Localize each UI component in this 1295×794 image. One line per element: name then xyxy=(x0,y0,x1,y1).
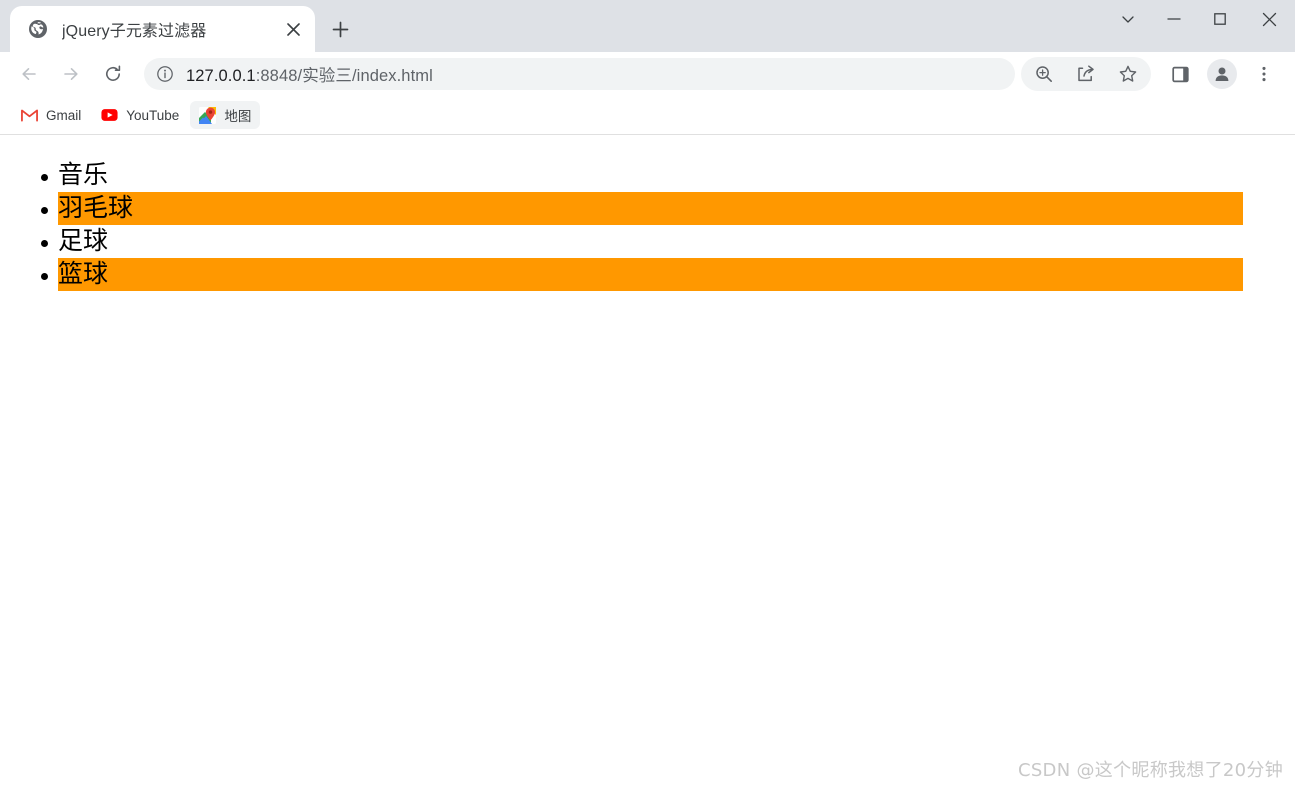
profile-avatar-icon[interactable] xyxy=(1205,57,1239,91)
close-window-button[interactable] xyxy=(1243,0,1295,38)
browser-tab-active[interactable]: jQuery子元素过滤器 xyxy=(10,6,315,52)
url-host: 127.0.0.1 xyxy=(186,67,256,85)
google-maps-icon xyxy=(199,106,217,124)
gmail-icon xyxy=(21,107,38,124)
plus-icon xyxy=(332,21,348,37)
bookmark-gmail[interactable]: Gmail xyxy=(12,101,90,129)
address-bar[interactable]: 127.0.0.1:8848/实验三/index.html xyxy=(144,58,1015,90)
list-item-label: 羽毛球 xyxy=(58,192,1243,225)
maximize-button[interactable] xyxy=(1197,0,1243,38)
info-circle-icon[interactable] xyxy=(156,65,174,83)
avatar xyxy=(1207,59,1237,89)
browser-window: jQuery子元素过滤器 127.0.0.1:8848/实验三/index.ht… xyxy=(0,0,1295,794)
bookmark-label: Gmail xyxy=(46,107,82,123)
back-arrow-icon xyxy=(22,68,36,80)
csdn-watermark: CSDN @这个昵称我想了20分钟 xyxy=(1017,760,1283,781)
bookmark-youtube[interactable]: YouTube xyxy=(92,101,188,129)
forward-button[interactable] xyxy=(54,57,88,91)
sports-list: 音乐 羽毛球 足球 篮球 xyxy=(0,159,1295,291)
list-item[interactable]: 足球 xyxy=(40,225,1295,258)
bookmark-label: 地图 xyxy=(224,109,252,124)
new-tab-button[interactable] xyxy=(323,12,357,46)
reload-button[interactable] xyxy=(96,57,130,91)
youtube-icon xyxy=(101,107,118,124)
three-dot-menu-icon[interactable] xyxy=(1247,57,1281,91)
url-path: :8848/实验三/index.html xyxy=(255,67,433,85)
bookmark-label: YouTube xyxy=(126,107,180,123)
star-icon[interactable] xyxy=(1111,57,1145,91)
tab-close-button[interactable] xyxy=(279,15,307,43)
list-item-label: 篮球 xyxy=(58,258,1243,291)
reload-icon xyxy=(106,65,121,81)
list-item-label: 音乐 xyxy=(58,160,109,189)
tab-title: jQuery子元素过滤器 xyxy=(62,23,207,40)
bookmark-maps[interactable]: 地图 xyxy=(190,101,261,129)
window-controls xyxy=(1105,0,1295,52)
address-bar-url: 127.0.0.1:8848/实验三/index.html xyxy=(186,62,433,86)
minimize-icon xyxy=(1167,18,1181,20)
list-item[interactable]: 羽毛球 xyxy=(40,192,1295,225)
globe-icon xyxy=(28,19,48,39)
share-icon[interactable] xyxy=(1069,57,1103,91)
bookmarks-bar: Gmail YouTube 地图 xyxy=(0,96,1295,135)
zoom-in-icon[interactable] xyxy=(1027,57,1061,91)
tab-strip: jQuery子元素过滤器 xyxy=(0,0,1295,52)
back-button[interactable] xyxy=(12,57,46,91)
list-item-label: 足球 xyxy=(58,226,109,255)
close-icon xyxy=(1262,12,1276,26)
list-item[interactable]: 音乐 xyxy=(40,159,1295,192)
forward-arrow-icon xyxy=(64,68,78,80)
browser-toolbar: 127.0.0.1:8848/实验三/index.html xyxy=(0,52,1295,96)
toolbar-action-pill xyxy=(1021,57,1151,91)
page-viewport: 音乐 羽毛球 足球 篮球 CSDN @这个昵称我想了20分钟 xyxy=(0,135,1295,794)
tab-search-button[interactable] xyxy=(1105,0,1151,38)
minimize-button[interactable] xyxy=(1151,0,1197,38)
maximize-icon xyxy=(1214,13,1226,25)
side-panel-icon[interactable] xyxy=(1163,57,1197,91)
list-item[interactable]: 篮球 xyxy=(40,258,1295,291)
chevron-down-icon xyxy=(1122,16,1134,23)
toolbar-actions xyxy=(1021,57,1285,91)
